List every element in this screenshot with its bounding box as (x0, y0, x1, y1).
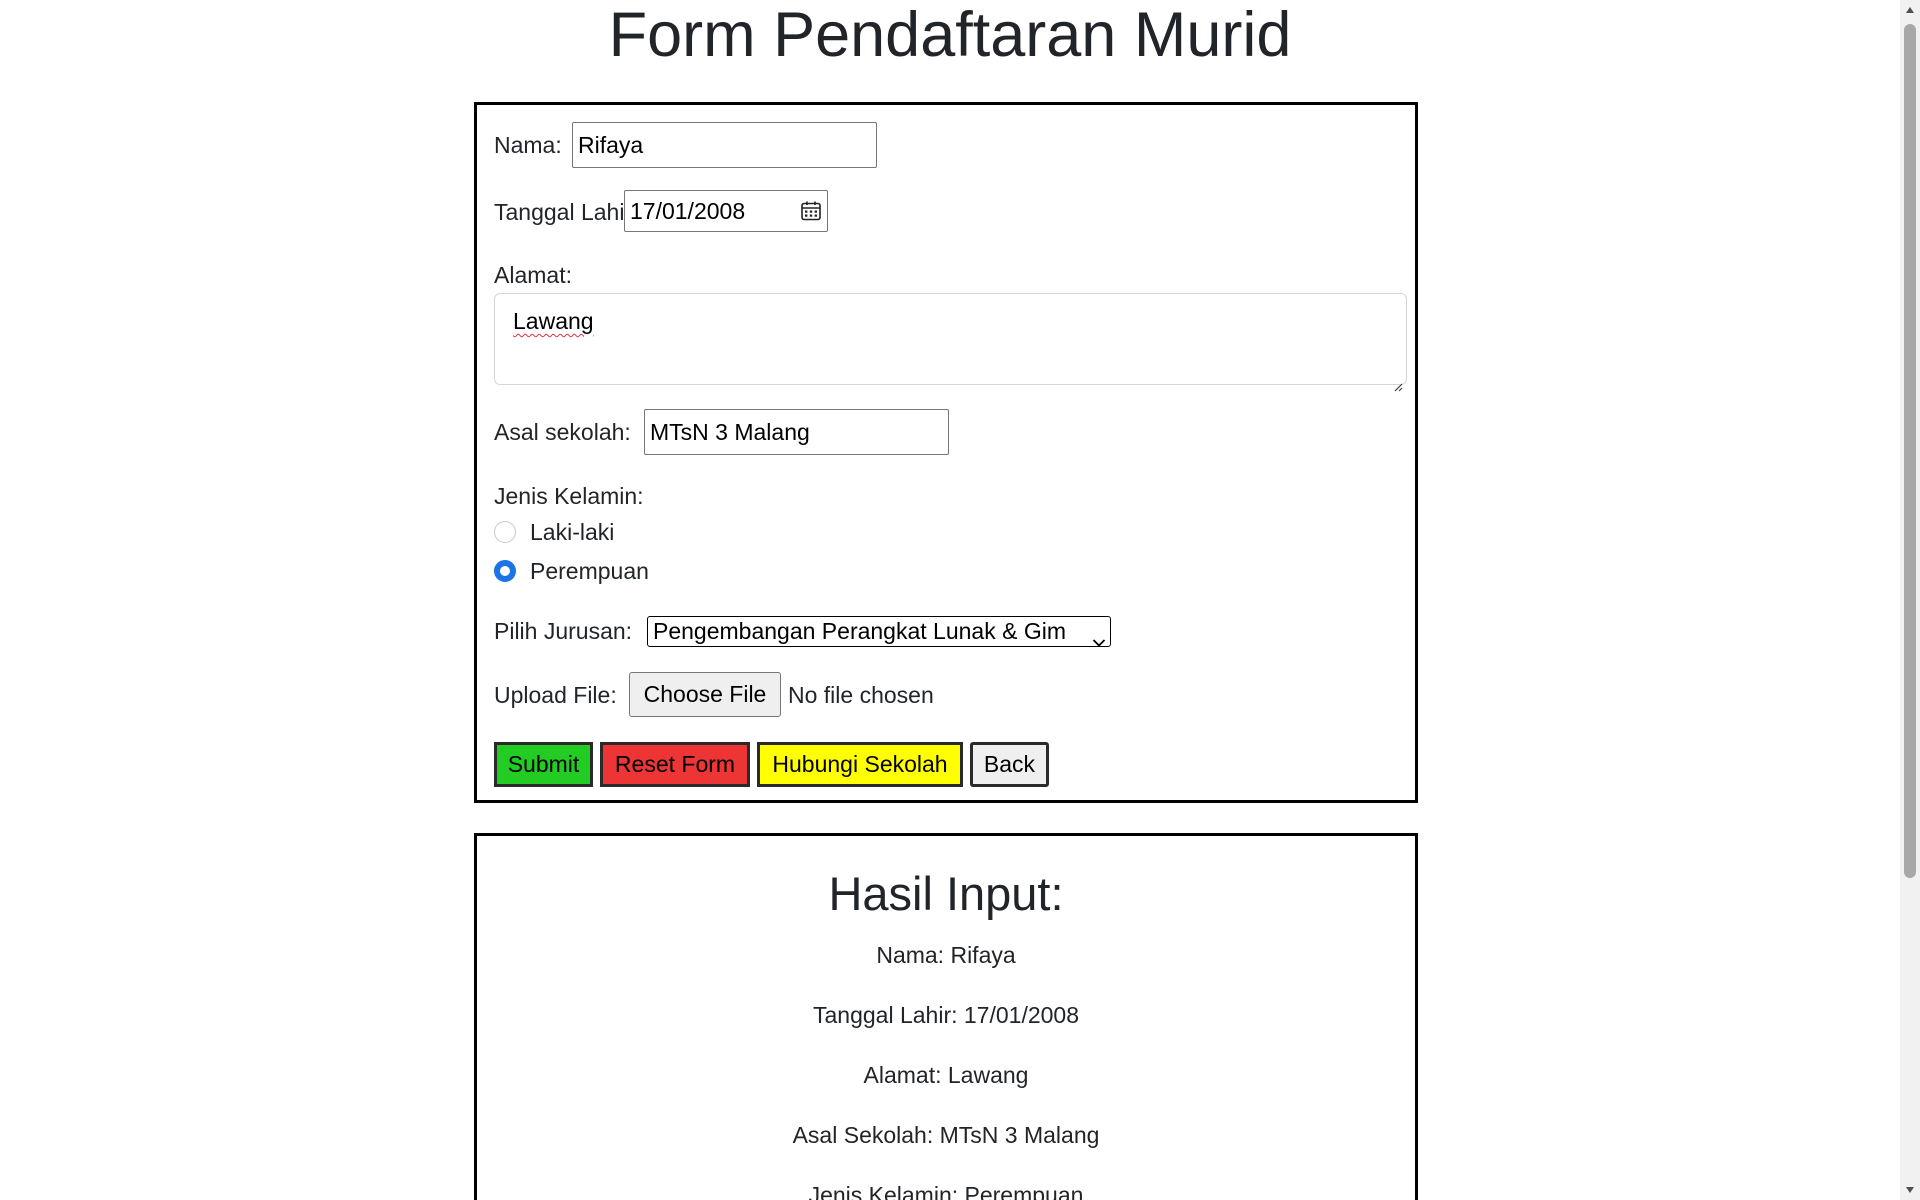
alamat-value: Lawang (513, 308, 594, 334)
tanggal-lahir-input[interactable]: 17/01/2008 (624, 190, 828, 232)
tanggal-lahir-value: 17/01/2008 (630, 197, 746, 224)
radio-perempuan-label[interactable]: Perempuan (530, 557, 649, 585)
result-nama: Nama: Rifaya (876, 942, 1016, 968)
jurusan-select[interactable]: Pengembangan Perangkat Lunak & Gim (647, 616, 1111, 647)
calendar-icon[interactable] (800, 200, 822, 222)
scrollbar-thumb[interactable] (1904, 24, 1916, 878)
alamat-textarea[interactable]: Lawang (494, 293, 1407, 392)
radio-laki-laki-label[interactable]: Laki-laki (530, 518, 614, 546)
tanggal-lahir-label: Tanggal Lahir: (494, 199, 639, 225)
radio-laki-laki[interactable] (494, 521, 516, 543)
result-alamat: Alamat: Lawang (863, 1062, 1029, 1088)
asal-sekolah-label: Asal sekolah: (494, 419, 631, 445)
result-panel: Hasil Input: Nama: Rifaya Tanggal Lahir:… (474, 833, 1418, 1200)
asal-sekolah-value: MTsN 3 Malang (650, 418, 810, 445)
nama-value: Rifaya (578, 131, 644, 158)
jurusan-selected-value: Pengembangan Perangkat Lunak & Gim (653, 618, 1066, 644)
result-asal-sekolah: Asal Sekolah: MTsN 3 Malang (792, 1122, 1100, 1148)
chevron-down-icon (1092, 627, 1106, 646)
page-viewport: Form Pendaftaran Murid Nama: Rifaya Tang… (0, 0, 1900, 1200)
jenis-kelamin-label: Jenis Kelamin: (494, 483, 644, 509)
result-title: Hasil Input: (828, 867, 1064, 920)
nama-label: Nama: (494, 132, 562, 158)
resize-grip-icon[interactable] (1393, 371, 1403, 392)
nama-input[interactable]: Rifaya (572, 122, 877, 168)
vertical-scrollbar[interactable] (1900, 0, 1920, 1200)
radio-perempuan[interactable] (494, 560, 516, 582)
submit-button[interactable]: Submit (494, 742, 593, 787)
reset-form-button[interactable]: Reset Form (600, 742, 750, 787)
file-status: No file chosen (788, 682, 934, 708)
scroll-up-arrow-icon[interactable] (1900, 0, 1920, 20)
alamat-label: Alamat: (494, 262, 572, 288)
asal-sekolah-input[interactable]: MTsN 3 Malang (644, 409, 949, 455)
jurusan-label: Pilih Jurusan: (494, 618, 633, 644)
upload-label: Upload File: (494, 682, 617, 708)
result-tanggal-lahir: Tanggal Lahir: 17/01/2008 (813, 1002, 1079, 1028)
result-jenis-kelamin: Jenis Kelamin: Perempuan (808, 1182, 1084, 1200)
back-button[interactable]: Back (970, 742, 1049, 787)
hubungi-sekolah-button[interactable]: Hubungi Sekolah (757, 742, 963, 787)
registration-form: Nama: Rifaya Tanggal Lahir: 17/01/2008 A… (474, 102, 1418, 803)
scroll-down-arrow-icon[interactable] (1900, 1180, 1920, 1200)
choose-file-button[interactable]: Choose File (629, 672, 781, 717)
page-title: Form Pendaftaran Murid (608, 0, 1292, 70)
